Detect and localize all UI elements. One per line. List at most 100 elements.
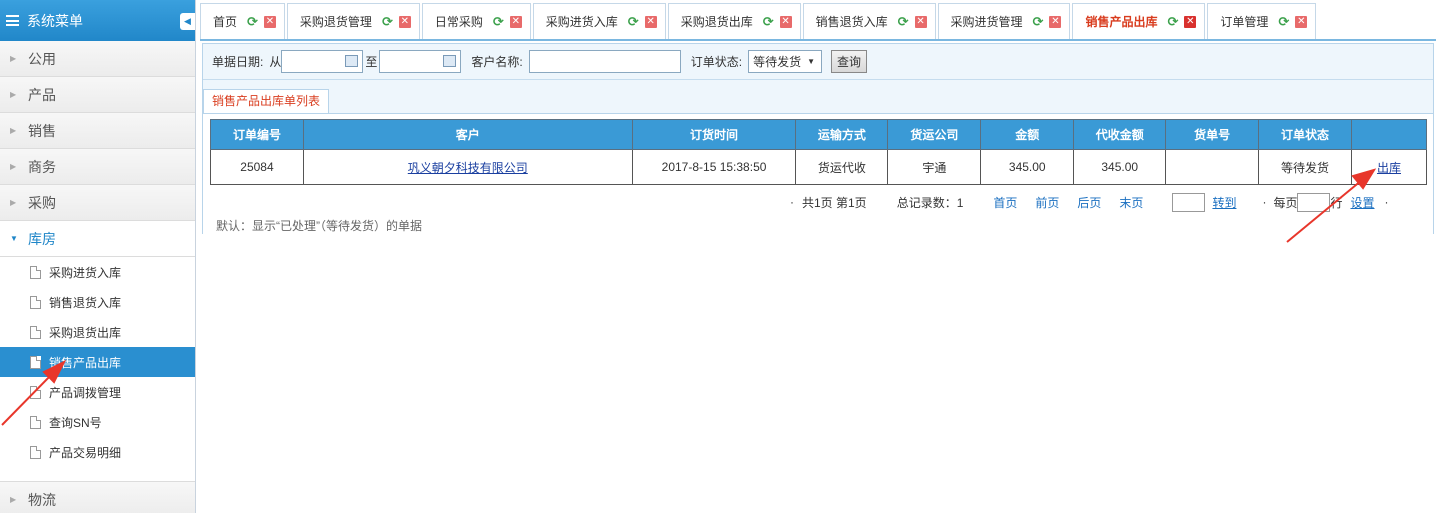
- table-header-row: 订单编号 客户 订货时间 运输方式 货运公司 金额 代收金额 货单号 订单状态: [210, 119, 1428, 150]
- tab[interactable]: 采购进货入库 ⟳ ✕: [532, 3, 666, 39]
- pager-bullet: ·: [790, 195, 794, 209]
- tab-active[interactable]: 销售产品出库 ⟳ ✕: [1072, 3, 1206, 39]
- date-label: 单据日期:: [212, 55, 264, 69]
- per-page-suffix: 行: [1330, 195, 1343, 210]
- close-icon[interactable]: ✕: [1184, 15, 1197, 28]
- sidebar-group-logistics[interactable]: ▶ 物流: [0, 482, 195, 513]
- chevron-down-icon: ▼: [10, 234, 18, 243]
- date-from-input[interactable]: [281, 50, 364, 73]
- tab-bar: 首页 ⟳ ✕ 采购退货管理 ⟳ ✕ 日常采购 ⟳ ✕ 采购进货入库 ⟳ ✕ 采购退货出库 ⟳ ✕ 销…: [200, 0, 1436, 41]
- settings-link[interactable]: 设置: [1350, 194, 1374, 211]
- cell-customer: 巩义朝夕科技有限公司: [302, 149, 633, 185]
- chevron-right-icon: ▶: [10, 198, 17, 207]
- sidebar-item[interactable]: 采购进货入库: [0, 257, 195, 287]
- default-note: 默认：显示“已处理”（等待发货）的单据: [216, 219, 422, 233]
- pager: · 共1页 第1页 总记录数：1 首页 前页 后页 末页 转到 · 每页 行 设…: [210, 189, 1427, 215]
- chevron-right-icon: ▶: [10, 90, 17, 99]
- sidebar-item[interactable]: 产品调拨管理: [0, 377, 195, 407]
- refresh-icon[interactable]: ⟳: [493, 14, 504, 30]
- sidebar-item[interactable]: 采购退货出库: [0, 317, 195, 347]
- cell-action: 出库: [1350, 149, 1428, 185]
- cell-shipping: 货运代收: [795, 149, 889, 185]
- col-header: 客户: [302, 119, 633, 150]
- close-icon[interactable]: ✕: [914, 15, 927, 28]
- refresh-icon[interactable]: ⟳: [247, 14, 258, 30]
- refresh-icon[interactable]: ⟳: [1033, 14, 1044, 30]
- close-icon[interactable]: ✕: [509, 15, 522, 28]
- chevron-right-icon: ▶: [10, 162, 17, 171]
- cell-status: 等待发货: [1258, 149, 1352, 185]
- refresh-icon[interactable]: ⟳: [763, 14, 774, 30]
- pager-bullet: ·: [1262, 195, 1267, 209]
- refresh-icon[interactable]: ⟳: [898, 14, 909, 30]
- document-icon: [30, 355, 41, 369]
- collapse-sidebar-icon[interactable]: ◀: [180, 13, 195, 30]
- sidebar-item[interactable]: 查询SN号: [0, 407, 195, 437]
- close-icon[interactable]: ✕: [263, 15, 276, 28]
- next-page-link[interactable]: 后页: [1077, 194, 1101, 211]
- customer-input[interactable]: [528, 50, 681, 73]
- col-header: 订单状态: [1258, 119, 1352, 150]
- sidebar-group-business[interactable]: ▶ 商务: [0, 149, 195, 185]
- col-header: [1350, 119, 1428, 150]
- col-header: 订货时间: [631, 119, 797, 150]
- refresh-icon[interactable]: ⟳: [1167, 14, 1178, 30]
- grid-wrapper: 订单编号 客户 订货时间 运输方式 货运公司 金额 代收金额 货单号 订单状态 …: [203, 113, 1433, 237]
- last-page-link[interactable]: 末页: [1119, 194, 1143, 211]
- order-table: 订单编号 客户 订货时间 运输方式 货运公司 金额 代收金额 货单号 订单状态 …: [210, 119, 1428, 185]
- page-info: 共1页 第1页: [802, 195, 867, 210]
- tab[interactable]: 采购退货出库 ⟳ ✕: [667, 3, 801, 39]
- list-title-tab[interactable]: 销售产品出库单列表: [203, 89, 330, 113]
- col-header: 金额: [980, 119, 1075, 150]
- close-icon[interactable]: ✕: [398, 15, 411, 28]
- col-header: 订单编号: [210, 119, 304, 150]
- document-icon: [30, 265, 41, 279]
- prev-page-link[interactable]: 前页: [1035, 194, 1059, 211]
- document-icon: [30, 415, 41, 429]
- sidebar-header: 系统菜单 ◀: [0, 0, 195, 41]
- calendar-icon[interactable]: [443, 55, 457, 67]
- close-icon[interactable]: ✕: [1049, 15, 1062, 28]
- refresh-icon[interactable]: ⟳: [628, 14, 639, 30]
- close-icon[interactable]: ✕: [1295, 15, 1308, 28]
- sidebar-group-public[interactable]: ▶ 公用: [0, 41, 195, 77]
- sidebar-item[interactable]: 销售退货入库: [0, 287, 195, 317]
- sidebar-item[interactable]: 产品交易明细: [0, 437, 195, 467]
- sidebar-item-active[interactable]: 销售产品出库: [0, 347, 195, 377]
- chevron-right-icon: ▶: [10, 54, 17, 63]
- goto-link[interactable]: 转到: [1212, 194, 1236, 211]
- tab[interactable]: 首页 ⟳ ✕: [200, 3, 285, 39]
- sidebar-group-purchase[interactable]: ▶ 采购: [0, 185, 195, 221]
- outbound-link[interactable]: 出库: [1377, 161, 1401, 175]
- customer-link[interactable]: 巩义朝夕科技有限公司: [408, 161, 528, 175]
- close-icon[interactable]: ✕: [779, 15, 792, 28]
- filter-bar: 单据日期: 从 至 客户名称: 订单状态: 等待发货 ▼ 查询: [203, 44, 1433, 80]
- status-select[interactable]: 等待发货 ▼: [748, 50, 822, 73]
- tab[interactable]: 销售退货入库 ⟳ ✕: [802, 3, 936, 39]
- first-page-link[interactable]: 首页: [993, 194, 1017, 211]
- col-header: 货单号: [1165, 119, 1260, 150]
- sidebar-group-warehouse[interactable]: ▼ 库房: [0, 221, 195, 257]
- cell-carrier: 宇通: [887, 149, 982, 185]
- sidebar-group-product[interactable]: ▶ 产品: [0, 77, 195, 113]
- cell-time: 2017-8-15 15:38:50: [631, 149, 797, 185]
- goto-page-input[interactable]: [1172, 192, 1206, 212]
- document-icon: [30, 445, 41, 459]
- table-row: 25084 巩义朝夕科技有限公司 2017-8-15 15:38:50 货运代收…: [210, 149, 1428, 185]
- sidebar-group-sales[interactable]: ▶ 销售: [0, 113, 195, 149]
- tab[interactable]: 采购进货管理 ⟳ ✕: [937, 3, 1071, 39]
- col-header: 货运公司: [887, 119, 982, 150]
- query-button[interactable]: 查询: [831, 50, 868, 73]
- refresh-icon[interactable]: ⟳: [382, 14, 393, 30]
- close-icon[interactable]: ✕: [644, 15, 657, 28]
- chevron-right-icon: ▶: [10, 495, 17, 504]
- col-header: 运输方式: [795, 119, 889, 150]
- per-page-input[interactable]: [1297, 192, 1331, 212]
- tab[interactable]: 订单管理 ⟳ ✕: [1207, 3, 1317, 39]
- refresh-icon[interactable]: ⟳: [1278, 14, 1289, 30]
- tab[interactable]: 采购退货管理 ⟳ ✕: [286, 3, 420, 39]
- date-to-input[interactable]: [379, 50, 462, 73]
- document-icon: [30, 325, 41, 339]
- tab[interactable]: 日常采购 ⟳ ✕: [421, 3, 531, 39]
- calendar-icon[interactable]: [345, 55, 359, 67]
